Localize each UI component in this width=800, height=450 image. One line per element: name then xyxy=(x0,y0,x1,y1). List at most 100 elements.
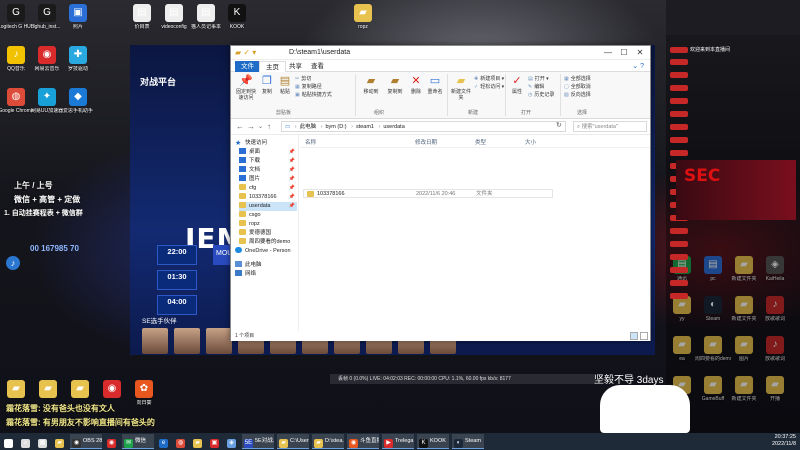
delete-button[interactable]: ✕ 删除 xyxy=(407,74,425,95)
taskbar-steam[interactable]: ◐ Steam xyxy=(452,434,484,449)
address-bar[interactable]: ▭ › 此电脑 › bym (D:) › steam1 › userdata xyxy=(281,121,566,132)
taskbar-d-stea[interactable]: ▰D:\stea... xyxy=(312,434,344,449)
tab-file[interactable]: 文件 xyxy=(235,61,260,72)
nav-item-onedrive-person[interactable]: OneDrive - Person xyxy=(235,247,293,256)
nav-item-item-13[interactable]: 此电脑 xyxy=(235,261,293,270)
taskbar-icon-6[interactable]: ✉ 微信 xyxy=(122,434,154,449)
copy-button[interactable]: ❐ 复制 xyxy=(258,74,276,95)
pin-quick-access-button[interactable]: 📌 固定到快速访问 xyxy=(235,74,257,101)
history-button[interactable]: ◷ 历史记录 xyxy=(528,91,554,98)
pin-icon[interactable]: 📌 xyxy=(289,157,295,166)
nav-item-item-4[interactable]: 图片 📌 xyxy=(239,175,297,184)
system-clock[interactable]: 20:37:25 2022/11/8 xyxy=(772,434,796,448)
paste-button[interactable]: ▤ 粘贴 xyxy=(276,74,294,95)
taskbar-icon-9[interactable]: ▰ xyxy=(191,434,205,449)
search-input[interactable]: ⌕ 搜索"userdata" xyxy=(573,121,647,132)
desktop_icons_bottom-item-3[interactable]: ◉ xyxy=(94,380,130,400)
taskbar-trelega[interactable]: ▶Trelega... xyxy=(382,434,414,449)
taskbar-icon-8[interactable]: ◍ xyxy=(174,434,188,449)
invert-selection-button[interactable]: ▧ 反向选择 xyxy=(564,91,591,98)
table-row[interactable]: 103378166 2022/11/6 20:46 文件夹 xyxy=(303,189,553,198)
desktop_icons_bottom-item-4[interactable]: ✿ 向日葵 xyxy=(126,380,162,406)
pin-icon[interactable]: 📌 xyxy=(289,184,295,193)
select-all-button[interactable]: ▦ 全部选择 xyxy=(564,75,591,82)
forward-arrow-icon[interactable]: → xyxy=(247,122,255,131)
paste-shortcut-button[interactable]: ▣ 粘贴快捷方式 xyxy=(295,91,332,98)
taskbar-icon-7[interactable]: e xyxy=(157,434,171,449)
minimize-button[interactable]: — xyxy=(600,47,616,59)
new-item-button[interactable]: ✚ 新建项目 ▾ xyxy=(474,75,504,82)
nav-item-item-3[interactable]: 文档 📌 xyxy=(239,166,297,175)
taskbar-5e[interactable]: 5E5E对战... xyxy=(242,434,274,449)
nav-item-103378166[interactable]: 103378166 📌 xyxy=(239,193,297,202)
breadcrumb-pc[interactable]: 此电脑 xyxy=(300,124,317,130)
breadcrumb-steam[interactable]: steam1 xyxy=(356,124,374,130)
nav-item-demo[interactable]: 周四要看的demo xyxy=(239,238,297,247)
taskbar-kook[interactable]: K KOOK xyxy=(417,434,449,449)
pin-icon[interactable]: 📌 xyxy=(289,148,295,157)
back-arrow-icon[interactable]: ← xyxy=(236,122,244,131)
column-size[interactable]: 大小 xyxy=(525,138,536,146)
recent-locations-icon[interactable]: ⌄ xyxy=(258,123,263,130)
cut-button[interactable]: ✂ 剪切 xyxy=(295,75,311,82)
tab-view[interactable]: 查看 xyxy=(305,61,330,72)
taskbar-icon-11[interactable]: ◈ xyxy=(225,434,239,449)
edit-button[interactable]: ✎ 编辑 xyxy=(528,83,544,90)
taskbar-icon-1[interactable]: ⌕ xyxy=(19,434,33,449)
desktop_icons_left-item-8[interactable]: ◆ 爱思手机助手 xyxy=(60,88,96,114)
file-list[interactable]: 名称 修改日期 类型 大小 103378166 2022/11/6 20:46 … xyxy=(300,135,650,331)
copy-path-button[interactable]: ▦ 复制路径 xyxy=(295,83,322,90)
desktop_icons_top-ropz[interactable]: ▰ ropz xyxy=(345,4,381,30)
desktop_icons_top-item-0[interactable]: ▤ 价目表 xyxy=(124,4,160,30)
taskbar-icon-10[interactable]: ▣ xyxy=(208,434,222,449)
column-date[interactable]: 修改日期 xyxy=(415,138,437,146)
nav-item-userdata[interactable]: userdata 📌 xyxy=(239,202,297,211)
explorer-window[interactable]: ▰ ✓ ▾ D:\steam1\userdata — ☐ ✕ 文件 主页 共享 … xyxy=(230,45,651,341)
taskbar-obs-28[interactable]: ◉OBS 28... xyxy=(70,434,102,449)
pin-icon[interactable]: 📌 xyxy=(289,175,295,184)
move-to-button[interactable]: ▰ 移动到 xyxy=(359,74,383,95)
up-arrow-icon[interactable]: ↑ xyxy=(267,122,271,131)
desktop_icons_bottom-item-2[interactable]: ▰ xyxy=(62,380,98,400)
nav-item-item-2[interactable]: 下载 📌 xyxy=(239,157,297,166)
close-button[interactable]: ✕ xyxy=(632,47,648,59)
refresh-icon[interactable]: ↻ xyxy=(556,121,562,129)
nav-item-ropz[interactable]: ropz xyxy=(239,220,297,229)
desktop_icons_left-item-5[interactable]: ✚ 罗技驱动 xyxy=(60,46,96,72)
taskbar-c-users[interactable]: ▰C:\Users... xyxy=(277,434,309,449)
taskbar-icon-5[interactable]: ◉ xyxy=(105,434,119,449)
details-view-icon[interactable] xyxy=(630,332,638,340)
maximize-button[interactable]: ☐ xyxy=(616,47,632,59)
nav-item-cfg[interactable]: cfg 📌 xyxy=(239,184,297,193)
select-none-button[interactable]: ▢ 全部取消 xyxy=(564,83,591,90)
rename-button[interactable]: ▭ 重命名 xyxy=(425,74,445,95)
nav-item-item-1[interactable]: 桌面 📌 xyxy=(239,148,297,157)
taskbar-icon-2[interactable]: ▦ xyxy=(36,434,50,449)
tab-home[interactable]: 主页 xyxy=(259,61,286,72)
column-name[interactable]: 名称 xyxy=(305,138,316,146)
new-folder-button[interactable]: ▰ 新建文件夹 xyxy=(450,74,472,101)
easy-access-button[interactable]: ✓ 轻松访问 ▾ xyxy=(474,83,504,90)
desktop_icons_bottom-item-0[interactable]: ▰ xyxy=(0,380,34,400)
breadcrumb-userdata[interactable]: userdata xyxy=(383,124,404,130)
breadcrumb-drive[interactable]: bym (D:) xyxy=(325,124,346,130)
column-type[interactable]: 类型 xyxy=(475,138,486,146)
taskbar-icon-15[interactable]: ◉斗鱼直播... xyxy=(347,434,379,449)
help-icon[interactable]: ⌄ ? xyxy=(632,62,644,70)
desktop_icons_left-item-2[interactable]: ▣ 照片 xyxy=(60,4,96,30)
properties-button[interactable]: ✓ 属性 xyxy=(508,74,526,95)
desktop_icons_top-videoconfig[interactable]: ▤ videoconfig xyxy=(156,4,192,30)
large-icons-view-icon[interactable] xyxy=(640,332,648,340)
taskbar-icon-0[interactable]: ⊞ xyxy=(2,434,16,449)
taskbar-icon-3[interactable]: ▰ xyxy=(53,434,67,449)
copy-to-button[interactable]: ▰ 复制到 xyxy=(383,74,407,95)
nav-item-item-10[interactable]: 爱德德国 xyxy=(239,229,297,238)
pin-icon[interactable]: 📌 xyxy=(289,166,295,175)
nav-item-item-0[interactable]: ★ 快速访问 xyxy=(235,139,293,148)
nav-item-csgo[interactable]: csgo xyxy=(239,211,297,220)
desktop_icons_bottom-item-1[interactable]: ▰ xyxy=(30,380,66,400)
pin-icon[interactable]: 📌 xyxy=(289,202,295,211)
open-button[interactable]: ▤ 打开 ▾ xyxy=(528,75,549,82)
title-bar[interactable]: ▰ ✓ ▾ D:\steam1\userdata — ☐ ✕ xyxy=(231,46,650,60)
nav-item-item-14[interactable]: 网络 xyxy=(235,270,293,279)
